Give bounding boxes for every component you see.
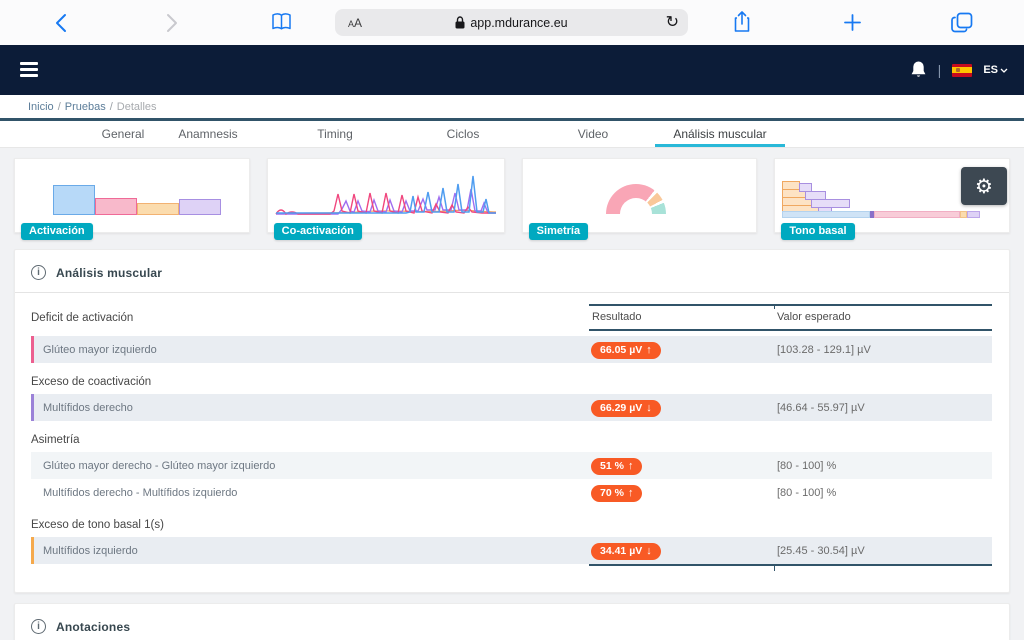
- result-badge: 66.05 µV ↑: [591, 342, 661, 359]
- expected-value: [80 - 100] %: [774, 487, 992, 499]
- address-bar[interactable]: AAAA app.mdurance.eu ↻: [335, 9, 688, 36]
- browser-back-button[interactable]: [55, 13, 67, 33]
- settings-gear-button[interactable]: ⚙: [961, 167, 1007, 205]
- section-tabs: GeneralAnamnesisTimingCiclosVideoAnálisi…: [0, 121, 1024, 148]
- arrow-up-icon: ↑: [646, 344, 652, 356]
- muscle-label: Multífidos derecho: [34, 402, 589, 414]
- table-section-row: Asimetría: [31, 434, 992, 446]
- result-cell: 66.05 µV ↑: [589, 340, 774, 359]
- tab-ciclos[interactable]: Ciclos: [415, 121, 511, 147]
- breadcrumb-pruebas[interactable]: Pruebas: [65, 101, 106, 113]
- result-cell: 51 % ↑: [589, 456, 774, 475]
- symmetry-gauge-chart: [606, 184, 666, 215]
- muscle-label: Glúteo mayor izquierdo: [34, 344, 589, 356]
- menu-icon[interactable]: [20, 62, 38, 77]
- browser-toolbar: AAAA app.mdurance.eu ↻: [0, 0, 1024, 45]
- breadcrumb: Inicio / Pruebas / Detalles: [0, 95, 1024, 118]
- language-selector[interactable]: ES: [983, 64, 1008, 76]
- result-badge: 51 % ↑: [591, 458, 642, 475]
- section-title: Exceso de coactivación: [31, 376, 992, 388]
- info-icon: i: [31, 619, 46, 634]
- expected-value: [80 - 100] %: [774, 460, 992, 472]
- notifications-bell-icon[interactable]: [910, 60, 927, 80]
- section-title: Deficit de activación: [31, 304, 589, 331]
- reload-button[interactable]: ↻: [666, 12, 679, 32]
- safari-window: AAAA app.mdurance.eu ↻ |: [0, 0, 1024, 640]
- table-bottom-border: [31, 564, 992, 566]
- arrow-down-icon: ↓: [646, 545, 652, 557]
- breadcrumb-inicio[interactable]: Inicio: [28, 101, 54, 113]
- thumbnail-label: Simetría: [529, 223, 588, 240]
- muscle-label: Glúteo mayor derecho - Glúteo mayor izqu…: [34, 460, 589, 472]
- result-row-gluteo-mayor-izquierdo: Glúteo mayor izquierdo66.05 µV ↑ [103.28 …: [31, 336, 992, 363]
- tab-video[interactable]: Video: [545, 121, 641, 147]
- browser-forward-button[interactable]: [166, 13, 178, 33]
- arrow-up-icon: ↑: [628, 487, 634, 499]
- results-table: Deficit de activaciónResultadoValor espe…: [15, 293, 1009, 592]
- expected-value: [103.28 - 129.1] µV: [774, 344, 992, 356]
- table-section-row: Exceso de coactivación: [31, 376, 992, 388]
- result-row-multifidos-derecho: Multífidos derecho66.29 µV ↓ [46.64 - 55.…: [31, 394, 992, 421]
- breadcrumb-detalles: Detalles: [117, 101, 157, 113]
- table-column-headers: ResultadoValor esperado: [589, 304, 992, 331]
- result-row-multifidos-derecho-multifidos-izquierdo: Multífidos derecho - Multífidos izquierd…: [31, 479, 992, 506]
- tabs-overview-icon[interactable]: [951, 12, 973, 33]
- spain-flag-icon: [952, 64, 972, 77]
- muscle-label: Multífidos derecho - Multífidos izquierd…: [34, 487, 589, 499]
- lock-icon: [455, 16, 465, 29]
- analysis-card: i Análisis muscular Deficit de activació…: [14, 249, 1010, 593]
- result-badge: 66.29 µV ↓: [591, 400, 661, 417]
- tab-general[interactable]: General: [75, 121, 171, 147]
- muscle-label: Multífidos izquierdo: [34, 545, 589, 557]
- result-row-gluteo-mayor-derecho-gluteo-mayor-izquierdo: Glúteo mayor derecho - Glúteo mayor izqu…: [31, 452, 992, 479]
- info-icon: i: [31, 265, 46, 280]
- thumbnail-tono-basal[interactable]: ⚙ Tono basal: [774, 158, 1010, 233]
- active-tab-indicator: [655, 144, 785, 147]
- app-navbar: | ES: [0, 45, 1024, 95]
- chevron-down-icon: [1000, 68, 1008, 73]
- section-title: Exceso de tono basal 1(s): [31, 519, 992, 531]
- result-row-multifidos-izquierdo: Multífidos izquierdo34.41 µV ↓ [25.45 - 3…: [31, 537, 992, 564]
- url-text: app.mdurance.eu: [455, 16, 567, 30]
- thumbnail-label: Tono basal: [781, 223, 854, 240]
- column-header-valor-esperado: Valor esperado: [774, 311, 992, 323]
- new-tab-icon[interactable]: [844, 14, 861, 31]
- result-cell: 70 % ↑: [589, 483, 774, 502]
- share-icon[interactable]: [733, 10, 751, 34]
- main-content: Activación Co-activación Simetría: [0, 148, 1024, 640]
- thumbnail-activacion[interactable]: Activación: [14, 158, 250, 233]
- arrow-down-icon: ↓: [646, 402, 652, 414]
- bookmarks-icon[interactable]: [271, 12, 292, 32]
- result-badge: 70 % ↑: [591, 485, 642, 502]
- tab-anamnesis[interactable]: Anamnesis: [160, 121, 256, 147]
- annotations-card: i Anotaciones: [14, 603, 1010, 640]
- expected-value: [46.64 - 55.97] µV: [774, 402, 992, 414]
- result-cell: 66.29 µV ↓: [589, 398, 774, 417]
- chart-thumbnails: Activación Co-activación Simetría: [14, 158, 1010, 233]
- tab-timing[interactable]: Timing: [287, 121, 383, 147]
- section-title: Asimetría: [31, 434, 992, 446]
- nav-separator: |: [938, 62, 942, 78]
- reader-mode-button[interactable]: AAAA: [348, 14, 362, 32]
- arrow-up-icon: ↑: [628, 460, 634, 472]
- result-cell: 34.41 µV ↓: [589, 541, 774, 560]
- table-section-row: Deficit de activaciónResultadoValor espe…: [31, 304, 992, 331]
- activation-bar-chart: [53, 185, 221, 215]
- thumbnail-label: Activación: [21, 223, 93, 240]
- thumbnail-coactivacion[interactable]: Co-activación: [267, 158, 505, 233]
- annotations-card-title: Anotaciones: [56, 620, 130, 634]
- table-section-row: Exceso de tono basal 1(s): [31, 519, 992, 531]
- column-header-resultado: Resultado: [589, 311, 774, 323]
- expected-value: [25.45 - 30.54] µV: [774, 545, 992, 557]
- result-badge: 34.41 µV ↓: [591, 543, 661, 560]
- thumbnail-label: Co-activación: [274, 223, 362, 240]
- thumbnail-simetria[interactable]: Simetría: [522, 158, 758, 233]
- analysis-card-title: Análisis muscular: [56, 266, 162, 280]
- basal-tone-stacked-bar: [782, 211, 1004, 218]
